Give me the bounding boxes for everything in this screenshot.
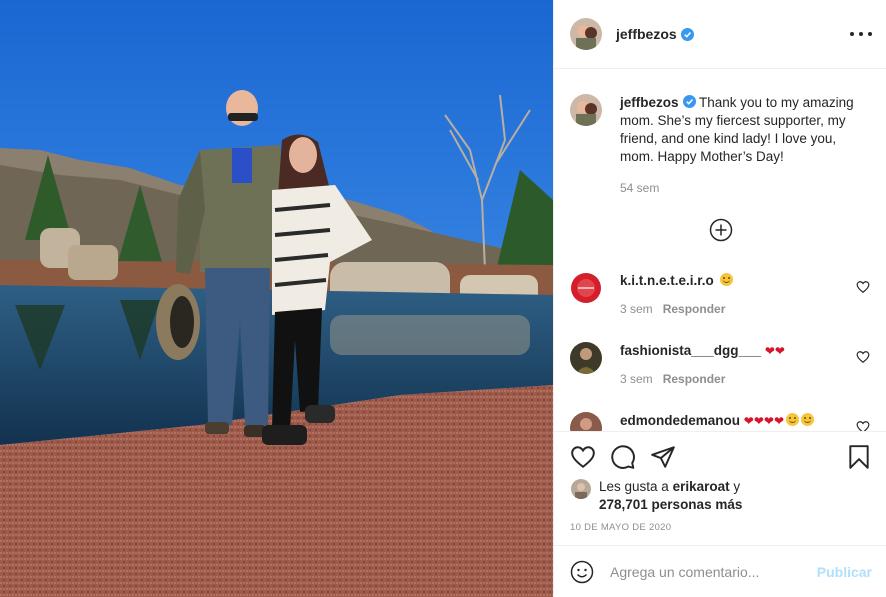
post-header: jeffbezos xyxy=(554,0,886,69)
comment-text: ❤❤❤❤ xyxy=(743,414,784,428)
like-comment-button[interactable] xyxy=(856,350,870,364)
comment-text: ❤❤ xyxy=(764,344,785,358)
emoji-icon xyxy=(570,560,594,583)
author-avatar[interactable] xyxy=(570,18,602,50)
comment-username[interactable]: fashionista___dgg___ xyxy=(620,343,761,358)
comment-input[interactable] xyxy=(610,563,820,580)
post-actions: Les gusta a erikaroat y 278,701 personas… xyxy=(554,431,886,545)
likes-suffix: y xyxy=(729,479,741,494)
comments-list[interactable]: jeffbezos Thank you to my amazing mom. S… xyxy=(554,70,886,431)
heart-icon xyxy=(856,351,870,363)
comment-username[interactable]: edmondedemanou xyxy=(620,413,740,428)
save-button[interactable] xyxy=(846,444,872,470)
heart-icon xyxy=(856,281,870,293)
caption-avatar[interactable] xyxy=(570,94,602,126)
smile-emoji-icon xyxy=(801,413,814,426)
comment-item: edmondedemanou ❤❤❤❤ xyxy=(570,412,870,431)
caption-text: jeffbezos Thank you to my amazing mom. S… xyxy=(620,94,854,197)
heart-icon xyxy=(856,421,870,431)
post-date[interactable]: 10 DE MAYO DE 2020 xyxy=(570,522,671,533)
smile-emoji-icon xyxy=(786,413,799,426)
likes-count[interactable]: 278,701 personas más xyxy=(599,497,742,512)
plus-circle-icon xyxy=(709,218,733,242)
commenter-avatar[interactable] xyxy=(570,412,602,431)
reply-button[interactable]: Responder xyxy=(663,302,726,316)
comment-item: k.i.t.n.e.t.e.i.r.o 3 sem Responder xyxy=(570,272,870,316)
like-button[interactable] xyxy=(570,444,596,470)
liker-username[interactable]: erikaroat xyxy=(673,479,730,494)
add-comment-bar: Publicar xyxy=(554,545,886,597)
caption-line: mom. Happy Mother’s Day! xyxy=(620,149,784,164)
verified-icon xyxy=(680,27,694,41)
caption-time[interactable]: 54 sem xyxy=(620,179,854,197)
comment-time[interactable]: 3 sem xyxy=(620,372,653,386)
caption-line: mom. She’s my fiercest supporter, my xyxy=(620,113,846,128)
share-button[interactable] xyxy=(650,444,676,470)
smile-emoji-icon xyxy=(719,273,733,286)
likes-prefix: Les gusta a xyxy=(599,479,673,494)
comment-time[interactable]: 3 sem xyxy=(620,302,653,316)
likes-summary: Les gusta a erikaroat y 278,701 personas… xyxy=(571,478,742,514)
commenter-avatar[interactable] xyxy=(570,272,602,304)
load-more-comments-button[interactable] xyxy=(709,218,733,242)
caption-line: Thank you to my amazing xyxy=(699,95,854,110)
heart-icon xyxy=(571,446,595,468)
comment-button[interactable] xyxy=(610,444,636,470)
more-options-button[interactable] xyxy=(850,25,872,43)
author-username[interactable]: jeffbezos xyxy=(616,26,677,42)
bookmark-icon xyxy=(849,445,869,469)
comment-item: fashionista___dgg___ ❤❤ 3 sem Responder xyxy=(570,342,870,386)
emoji-picker-button[interactable] xyxy=(570,560,594,584)
publish-button[interactable]: Publicar xyxy=(817,564,872,580)
liker-avatar[interactable] xyxy=(571,479,591,499)
reply-button[interactable]: Responder xyxy=(663,372,726,386)
comment-icon xyxy=(611,445,635,469)
caption-username[interactable]: jeffbezos xyxy=(620,95,679,110)
caption-line: friend, and one kind lady! I love you, xyxy=(620,131,837,146)
post-caption: jeffbezos Thank you to my amazing mom. S… xyxy=(570,94,870,197)
like-comment-button[interactable] xyxy=(856,280,870,294)
commenter-avatar[interactable] xyxy=(570,342,602,374)
post-side-panel: jeffbezos jeffbezos Thank you to my amaz… xyxy=(553,0,886,597)
like-comment-button[interactable] xyxy=(856,420,870,431)
share-icon xyxy=(651,446,675,468)
comment-username[interactable]: k.i.t.n.e.t.e.i.r.o xyxy=(620,273,714,288)
post-photo[interactable] xyxy=(0,0,553,597)
more-icon xyxy=(850,32,854,36)
verified-icon xyxy=(682,95,696,108)
photo-image xyxy=(0,0,553,597)
